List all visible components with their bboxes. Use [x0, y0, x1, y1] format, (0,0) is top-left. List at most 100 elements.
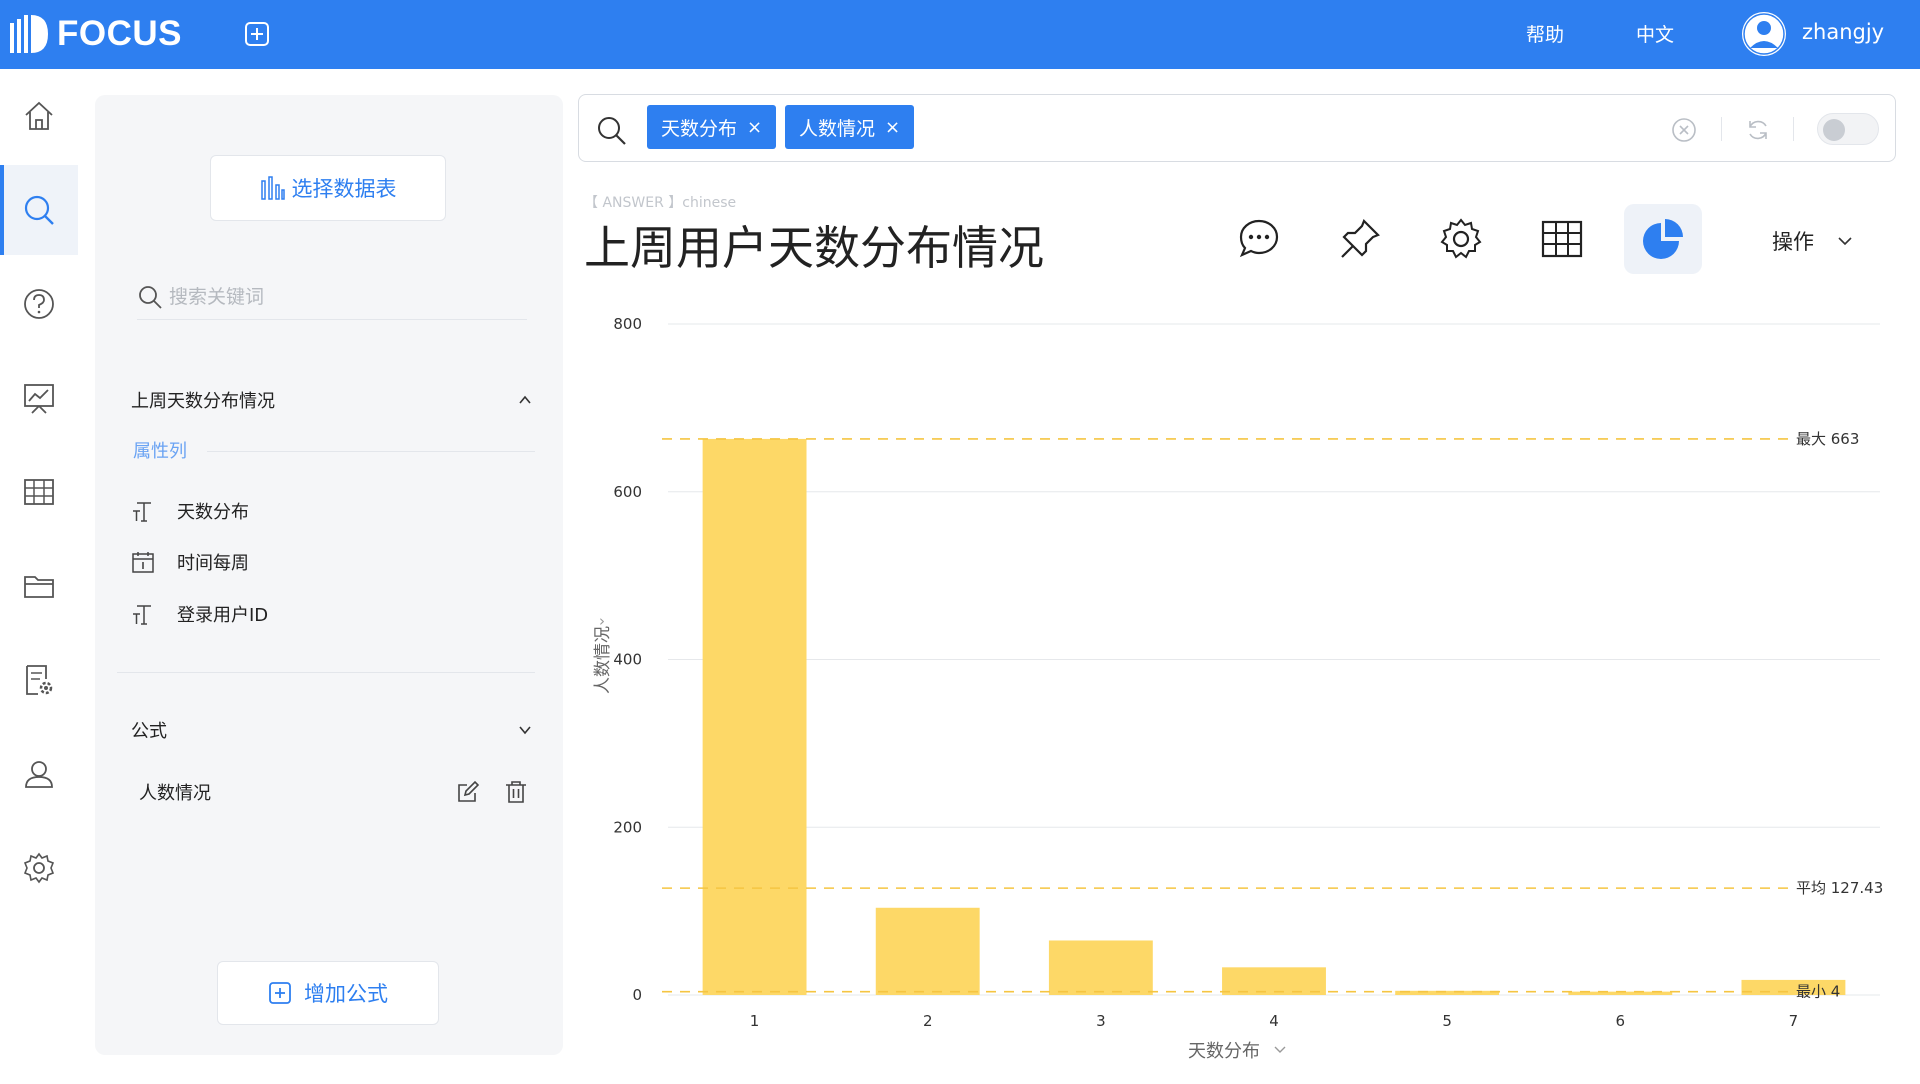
bar: [1048, 940, 1153, 995]
y-axis-chevron-icon: ›: [599, 612, 605, 630]
field-name: 时间每周: [177, 553, 249, 574]
y-tick-label: 400: [613, 651, 642, 669]
reference-label: 最大 663: [1796, 430, 1859, 448]
pin-button[interactable]: [1321, 204, 1399, 274]
chart-canvas: 0 200 400 600 800 1 2 3 4 5 6 7 最大 663 平均 127.43 最小 4 人…: [593, 315, 1883, 1062]
nav-folder[interactable]: [0, 541, 78, 631]
table-section-header[interactable]: 上周天数分布情况: [131, 380, 533, 420]
formula-actions: [455, 779, 529, 805]
x-tick-label: 6: [1616, 1012, 1626, 1030]
query-token-label: 天数分布: [661, 117, 738, 140]
folder-icon: [24, 576, 54, 598]
y-axis-label: 人数情况: [593, 626, 613, 694]
formula-section-header[interactable]: 公式: [131, 710, 533, 750]
logo-text: FOCUS: [57, 14, 182, 53]
focus-logo[interactable]: FOCUS: [10, 14, 182, 54]
calendar-icon: [132, 552, 154, 573]
formula-item[interactable]: 人数情况: [139, 775, 529, 809]
add-formula-label: 增加公式: [304, 982, 388, 1006]
y-tick-label: 200: [613, 818, 642, 836]
field-name: 登录用户ID: [177, 605, 269, 626]
comment-icon: [1239, 219, 1279, 258]
select-table-button[interactable]: 选择数据表: [210, 155, 446, 221]
nav-help[interactable]: [0, 259, 78, 349]
x-tick-label: 4: [1269, 1012, 1279, 1030]
search-icon: [139, 286, 162, 309]
keyword-search-input[interactable]: [169, 286, 489, 308]
x-axis-label: 天数分布: [1188, 1041, 1260, 1062]
select-table-label: 选择数据表: [291, 177, 397, 201]
table-icon: [1541, 220, 1583, 258]
username[interactable]: zhangjy: [1802, 20, 1884, 44]
language-switch[interactable]: 中文: [1636, 20, 1674, 47]
add-formula-button[interactable]: 增加公式: [217, 961, 439, 1025]
y-tick-label: 600: [613, 483, 642, 501]
query-token[interactable]: 人数情况 ×: [785, 105, 915, 149]
attribute-column-label: 属性列: [133, 441, 187, 462]
settings-icon: [23, 852, 55, 884]
avatar[interactable]: [1740, 10, 1788, 58]
panel-search: [137, 275, 527, 320]
edit-icon[interactable]: [455, 779, 481, 805]
y-tick-label: 800: [613, 315, 642, 333]
field-item[interactable]: 登录用户ID: [131, 599, 268, 629]
query-search-bar[interactable]: 天数分布 × 人数情况 ×: [578, 94, 1896, 162]
bar: [875, 907, 980, 995]
operations-label: 操作: [1772, 230, 1814, 254]
bar: [702, 438, 807, 995]
home-icon: [25, 101, 53, 130]
clear-search-icon[interactable]: [1671, 117, 1697, 143]
comment-button[interactable]: [1220, 204, 1298, 274]
x-tick-label: 7: [1789, 1012, 1799, 1030]
chevron-down-icon: [1838, 237, 1852, 246]
page-title: 上周用户天数分布情况: [584, 221, 1044, 275]
field-item[interactable]: 天数分布: [131, 496, 249, 526]
chevron-down-icon[interactable]: [517, 722, 533, 738]
search-mode-toggle[interactable]: [1817, 113, 1879, 145]
bar-chart-icon: [260, 176, 285, 200]
trash-icon[interactable]: [503, 779, 529, 805]
nav-table[interactable]: [0, 447, 78, 537]
x-tick-label: 3: [1096, 1012, 1106, 1030]
operations-menu[interactable]: 操作: [1772, 226, 1854, 256]
chevron-up-icon[interactable]: [517, 392, 533, 408]
x-tick-label: 2: [923, 1012, 933, 1030]
table-name: 上周天数分布情况: [131, 391, 275, 412]
nav-settings[interactable]: [0, 823, 78, 913]
text-type-icon: [133, 502, 151, 522]
formula-name: 人数情况: [139, 783, 211, 804]
search-icon[interactable]: [595, 114, 627, 146]
remove-token-icon[interactable]: ×: [885, 117, 900, 138]
top-header: FOCUS 帮助 中文 zhangjy: [0, 0, 1920, 69]
query-token[interactable]: 天数分布 ×: [647, 105, 777, 149]
chart-type-button[interactable]: [1624, 204, 1702, 274]
y-tick-label: 0: [632, 986, 642, 1004]
nav-home[interactable]: [0, 71, 78, 161]
text-type-icon: [133, 605, 151, 625]
plus-square-icon: [269, 982, 291, 1004]
x-tick-label: 5: [1442, 1012, 1452, 1030]
settings-button[interactable]: [1422, 204, 1500, 274]
nav-report-settings[interactable]: [0, 635, 78, 725]
gear-icon: [1440, 218, 1482, 259]
bar: [1395, 990, 1500, 995]
pin-icon: [1341, 219, 1380, 258]
x-tick-label: 1: [750, 1012, 760, 1030]
help-icon: [24, 289, 54, 319]
field-item[interactable]: 时间每周: [131, 547, 249, 577]
table-view-button[interactable]: [1523, 204, 1601, 274]
logo-icon: [10, 15, 48, 53]
help-link[interactable]: 帮助: [1526, 20, 1564, 47]
nav-dashboard[interactable]: [0, 353, 78, 443]
nav-search[interactable]: [0, 165, 78, 255]
add-tab-icon[interactable]: [244, 21, 270, 47]
remove-token-icon[interactable]: ×: [747, 117, 762, 138]
user-icon: [25, 761, 53, 788]
table-icon: [24, 479, 54, 505]
refresh-icon[interactable]: [1745, 117, 1771, 143]
x-axis-chevron-icon: [1274, 1046, 1286, 1053]
formula-section-title: 公式: [131, 721, 167, 742]
nav-user[interactable]: [0, 729, 78, 819]
field-name: 天数分布: [177, 502, 249, 523]
report-settings-icon: [26, 665, 53, 695]
